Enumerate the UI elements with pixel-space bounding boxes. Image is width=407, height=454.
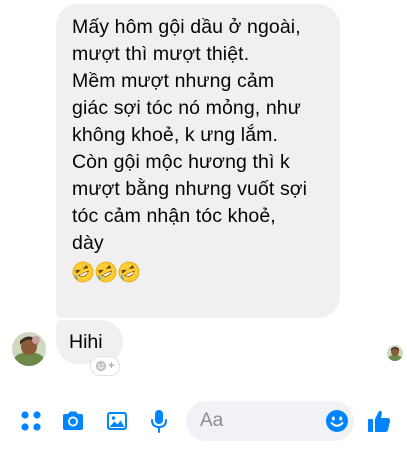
emoji-icon[interactable] — [324, 408, 350, 434]
message-input[interactable]: Aa — [186, 401, 354, 441]
home-indicator-area — [0, 448, 407, 454]
seen-avatar — [387, 345, 403, 361]
microphone-icon[interactable] — [146, 408, 172, 434]
message-line: Mềm mượt nhưng cảm — [72, 70, 275, 92]
message-line: không khoẻ, k ưng lắm. — [72, 124, 279, 146]
message-line: dày — [72, 232, 104, 254]
message-input-placeholder: Aa — [200, 410, 224, 431]
message-bubble-incoming[interactable]: Mấy hôm gội dầu ở ngoài, mượt thì mượt t… — [56, 4, 340, 318]
message-line: mượt thì mượt thiệt. — [72, 43, 250, 65]
add-reaction-button[interactable]: + — [90, 356, 120, 376]
message-text: Hihi — [69, 331, 103, 353]
message-line: Còn gội mộc hương thì k — [72, 151, 290, 173]
thumbs-up-icon[interactable] — [366, 408, 392, 434]
emoji-row — [72, 261, 328, 287]
message-line: tóc cảm nhận tóc khoẻ, — [72, 205, 276, 227]
message-line: Mấy hôm gội dầu ở ngoài, — [72, 16, 301, 38]
rolling-laughing-emoji-icon — [118, 261, 140, 283]
gallery-icon[interactable] — [104, 408, 130, 434]
rolling-laughing-emoji-icon — [72, 261, 94, 283]
sender-avatar[interactable] — [12, 332, 46, 366]
add-reaction-icon — [96, 360, 107, 372]
rolling-laughing-emoji-icon — [95, 261, 117, 283]
plus-label: + — [108, 359, 115, 372]
menu-grid-icon[interactable] — [18, 408, 44, 434]
message-line: mượt bằng nhưng vuốt sợi — [72, 178, 308, 200]
message-line: giác sợi tóc nó mỏng, như — [72, 97, 301, 119]
camera-icon[interactable] — [60, 408, 86, 434]
